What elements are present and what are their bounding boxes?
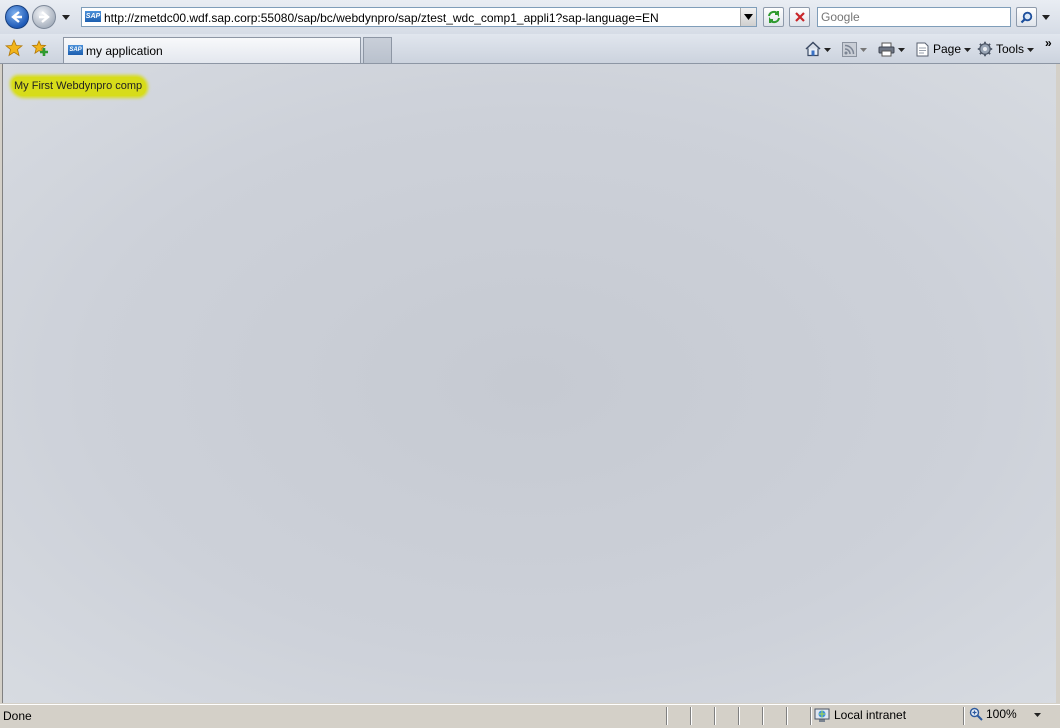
back-button[interactable] [5, 5, 29, 29]
more-commands-chevron[interactable]: » [1045, 36, 1052, 50]
home-button[interactable] [805, 41, 831, 57]
page-content: My First Webdynpro comp [2, 64, 1058, 703]
url-text[interactable]: http://zmetdc00.wdf.sap.corp:55080/sap/b… [104, 11, 659, 25]
stop-button[interactable] [789, 7, 810, 27]
chevron-down-icon[interactable] [1033, 711, 1041, 718]
tab-favicon: SAP [68, 45, 83, 55]
status-divider [963, 707, 964, 725]
page-menu-button[interactable]: Page [915, 41, 972, 57]
page-menu-label: Page [933, 42, 962, 56]
status-bar: Done Local intranet 100% [0, 704, 1060, 728]
new-tab-button[interactable] [363, 37, 392, 63]
forward-button[interactable] [32, 5, 56, 29]
status-divider [786, 707, 787, 725]
feeds-button[interactable] [842, 41, 867, 57]
home-dropdown-icon[interactable] [824, 46, 831, 53]
page-icon [916, 42, 929, 56]
globe-icon [814, 708, 830, 722]
tab-title: my application [86, 44, 163, 58]
site-favicon: SAP [85, 11, 101, 22]
back-icon [11, 11, 22, 23]
tools-menu-button[interactable]: Tools [977, 41, 1035, 57]
search-options-dropdown[interactable] [1041, 12, 1051, 22]
status-divider [738, 707, 739, 725]
address-dropdown-button[interactable] [740, 8, 756, 26]
refresh-icon [767, 10, 780, 24]
status-divider [690, 707, 691, 725]
home-icon [805, 41, 821, 57]
favorites-star-icon[interactable] [5, 39, 23, 57]
window-edge [1056, 64, 1060, 703]
chevron-down-icon [744, 14, 753, 20]
status-divider [762, 707, 763, 725]
zoom-control[interactable]: 100% [969, 707, 1041, 721]
tab-toolbar: SAP my application Page Tools » [0, 34, 1060, 64]
chevron-down-icon [964, 47, 972, 52]
tools-gear-icon [977, 41, 993, 57]
refresh-button[interactable] [763, 7, 784, 27]
chevron-down-icon [1027, 47, 1035, 52]
status-text: Done [3, 709, 32, 723]
status-divider [666, 707, 667, 725]
print-button[interactable] [878, 41, 905, 57]
status-divider [810, 707, 811, 725]
zoom-level: 100% [986, 707, 1017, 721]
forward-icon [39, 11, 50, 23]
zone-label: Local intranet [834, 708, 907, 722]
address-toolbar: SAP http://zmetdc00.wdf.sap.corp:55080/s… [0, 0, 1060, 34]
recent-pages-dropdown[interactable] [61, 12, 71, 22]
feeds-icon [842, 41, 857, 57]
search-button[interactable] [1016, 7, 1037, 27]
component-text: My First Webdynpro comp [12, 77, 147, 96]
zoom-icon [969, 707, 983, 721]
add-favorites-icon[interactable] [31, 39, 49, 57]
status-divider [714, 707, 715, 725]
print-icon [878, 42, 895, 56]
search-icon [1020, 11, 1033, 23]
security-zone[interactable]: Local intranet [814, 707, 906, 723]
address-bar[interactable]: SAP http://zmetdc00.wdf.sap.corp:55080/s… [81, 7, 757, 27]
stop-icon [794, 12, 805, 22]
tab-my-application[interactable]: SAP my application [63, 37, 361, 63]
search-input[interactable] [818, 8, 1009, 26]
feeds-dropdown-icon[interactable] [860, 46, 867, 53]
print-dropdown-icon[interactable] [898, 46, 905, 53]
tools-menu-label: Tools [996, 42, 1025, 56]
search-field[interactable] [817, 7, 1011, 27]
